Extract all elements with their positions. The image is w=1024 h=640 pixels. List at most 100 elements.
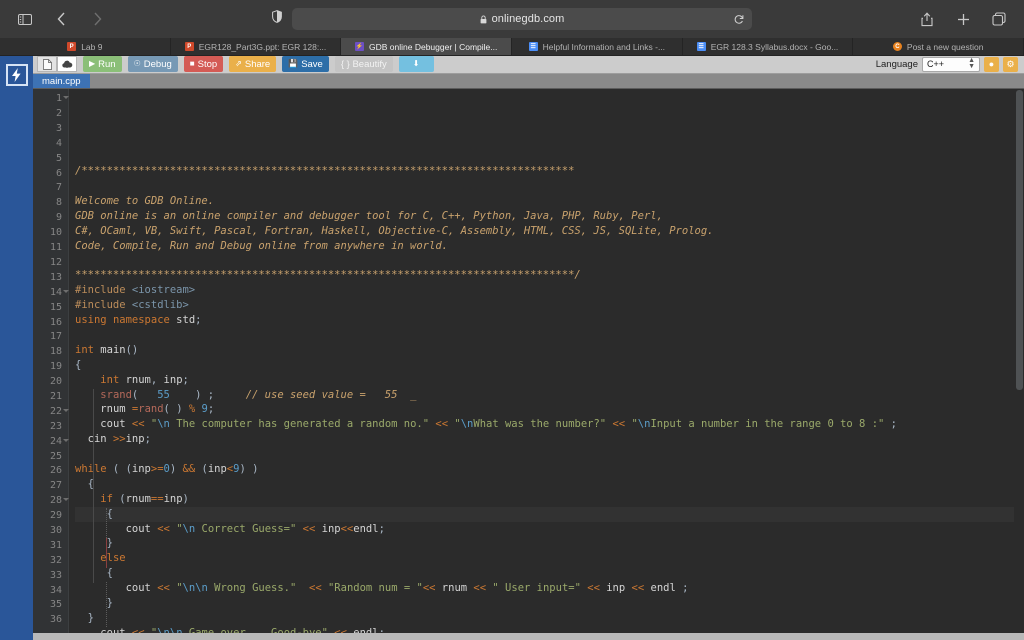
scrollbar-thumb[interactable] [1016,90,1023,391]
code-content[interactable]: /***************************************… [69,89,1024,633]
copy-tabs-icon[interactable] [988,8,1010,30]
debug-button[interactable]: ☉ Debug [127,56,178,73]
reload-icon[interactable] [734,14,744,25]
code-line[interactable]: while ( (inp>=0) && (inp<9) ) [75,462,1024,477]
code-line[interactable]: { [75,358,1024,373]
code-line[interactable]: rnum =rand( ) % 9; [75,402,1024,417]
share-icon[interactable] [916,8,938,30]
code-line[interactable]: Welcome to GDB Online. [75,194,1024,209]
ppt-icon: P [67,42,77,51]
gdb-icon: ⚡ [355,42,364,51]
line-number: 26 [49,465,62,477]
save-button[interactable]: 💾 Save [282,56,329,73]
fold-arrow-icon[interactable] [62,96,69,100]
code-line[interactable]: } [75,536,1024,551]
code-line[interactable]: { [75,477,1024,492]
code-line[interactable]: using namespace std; [75,313,1024,328]
download-icon: ⬇ [412,59,420,69]
user-circle-icon[interactable]: ● [984,56,999,72]
url-text: onlinegdb.com [491,13,565,25]
share-button[interactable]: ⇗ Share [229,56,277,73]
download-button[interactable]: ⬇ [398,56,434,73]
forward-button [86,8,108,30]
line-number: 31 [49,539,62,551]
code-line[interactable]: ****************************************… [75,268,1024,283]
fold-arrow-icon[interactable] [62,408,69,412]
language-select[interactable]: C++ ▲ ▼ [922,56,980,72]
new-file-icon[interactable] [37,56,57,73]
code-line[interactable] [75,179,1024,194]
beautify-label: { } Beautify [340,58,387,70]
code-line[interactable]: /***************************************… [75,164,1024,179]
gear-icon[interactable]: ⚙ [1003,56,1018,72]
address-bar[interactable]: onlinegdb.com [292,8,752,30]
browser-tab-1[interactable]: P EGR128_Part3G.ppt: EGR 128:... [171,38,342,55]
code-line[interactable]: } [75,596,1024,611]
code-line[interactable]: { [75,506,1024,522]
line-number: 12 [49,256,62,268]
code-line[interactable]: cout << "\n\n Wrong Guess." << "Random n… [75,581,1024,596]
code-line[interactable]: int main() [75,343,1024,358]
code-line[interactable] [75,328,1024,343]
line-number: 3 [55,122,62,134]
code-line[interactable] [75,253,1024,268]
code-line[interactable]: cout << "\n\n Game over... Good-bye" << … [75,626,1024,633]
browser-tab-4[interactable]: ☰ EGR 128.3 Syllabus.docx - Goo... [683,38,854,55]
code-line[interactable]: GDB online is an online compiler and deb… [75,209,1024,224]
run-button[interactable]: ▶ Run [83,56,122,73]
browser-tab-5[interactable]: C Post a new question [853,38,1024,55]
beautify-button[interactable]: { } Beautify [334,56,393,73]
file-tab-main-cpp[interactable]: main.cpp [33,73,90,89]
file-tab-label: main.cpp [42,75,81,87]
code-line[interactable]: { [75,566,1024,581]
code-line[interactable]: int rnum, inp; [75,373,1024,388]
code-line[interactable]: else [75,551,1024,566]
code-line[interactable] [75,447,1024,462]
url-display: onlinegdb.com [480,13,565,25]
code-line[interactable]: cout << "\n Correct Guess=" << inp<<endl… [75,522,1024,537]
fold-arrow-icon[interactable] [62,289,69,293]
play-icon: ▶ [89,59,96,69]
browser-tab-0[interactable]: P Lab 9 [0,38,171,55]
shield-icon[interactable] [272,10,282,28]
chegg-icon: C [892,42,902,51]
code-line[interactable]: #include <cstdlib> [75,298,1024,313]
code-line[interactable]: srand( 55 ) ; // use seed value = 55 _ [75,388,1024,403]
browser-actions [916,8,1024,30]
browser-tab-3[interactable]: ☰ Helpful Information and Links -... [512,38,683,55]
ppt-icon: P [184,42,194,51]
line-number: 35 [49,599,62,611]
ide-main: ▶ Run ☉ Debug ■ Stop ⇗ Share 💾 Save { } … [33,56,1024,640]
code-line[interactable]: cout << "\n The computer has generated a… [75,417,1024,432]
language-value: C++ [927,59,945,70]
sidebar-toggle-icon[interactable] [14,8,36,30]
fold-arrow-icon[interactable] [62,498,69,502]
upload-cloud-icon[interactable] [57,56,77,73]
line-number: 28 [33,494,69,509]
line-number: 36 [49,614,62,626]
browser-tab-2[interactable]: ⚡ GDB online Debugger | Compile... [341,38,513,55]
code-line[interactable]: #include <iostream> [75,283,1024,298]
code-editor[interactable]: 1 2 3 4 5 6 7 8 9 10 11 12 13 14 15 16 17 18 19 20 21 22 23 24 2… [33,89,1024,633]
lightning-bolt-icon[interactable] [5,64,28,86]
code-line[interactable]: C#, OCaml, VB, Swift, Pascal, Fortran, H… [75,224,1024,239]
back-button[interactable] [50,8,72,30]
fold-arrow-icon[interactable] [62,438,69,442]
stop-button[interactable]: ■ Stop [183,56,224,73]
line-number: 10 [49,227,62,239]
line-number: 8 [55,197,62,209]
code-line[interactable]: Code, Compile, Run and Debug online from… [75,239,1024,254]
browser-tab-strip: P Lab 9 P EGR128_Part3G.ppt: EGR 128:... ⚡ GD… [0,38,1024,56]
line-number: 34 [49,584,62,596]
stop-square-icon: ■ [189,59,195,69]
browser-tab-label: Post a new question [906,41,984,52]
code-line[interactable]: } [75,611,1024,626]
debug-label: Debug [143,58,172,70]
run-label: Run [98,58,116,70]
plus-icon[interactable] [952,8,974,30]
line-number: 25 [49,450,62,462]
code-line[interactable]: if (rnum==inp) [75,492,1024,507]
editor-scrollbar[interactable] [1014,89,1024,633]
code-line[interactable]: cin >>inp; [75,432,1024,447]
browser-chrome: onlinegdb.com [0,0,1024,38]
